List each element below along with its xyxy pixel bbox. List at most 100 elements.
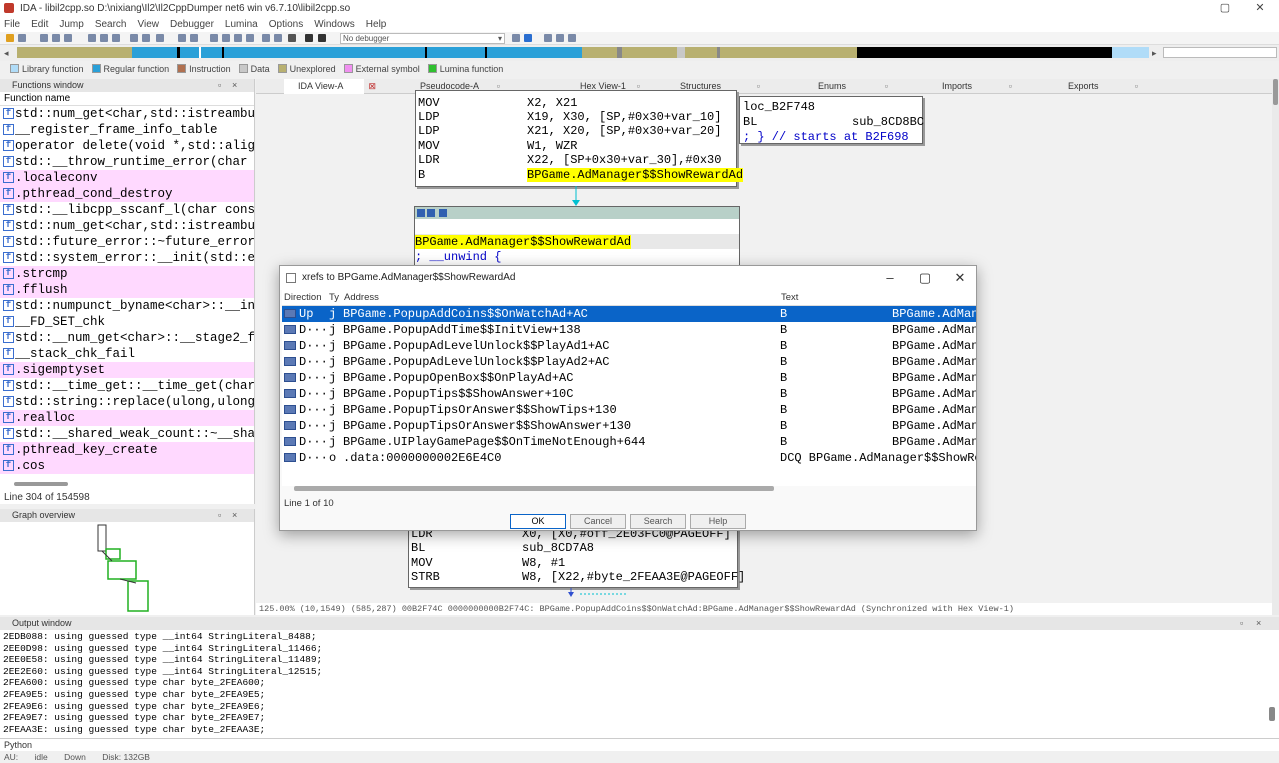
list-item[interactable]: f __register_frame_info_table [0,122,254,138]
calls-icon[interactable] [274,34,282,42]
group-icon[interactable] [439,209,447,217]
horizontal-scrollbar[interactable] [14,482,68,486]
table-row[interactable]: D··· j BPGame.PopupOpenBox$$OnPlayAd+AC … [282,370,976,386]
tab-enums[interactable]: Enums ▫ [804,79,888,94]
list-item[interactable]: f .strcmp [0,266,254,282]
menu-search[interactable]: Search [95,19,127,30]
close-tab-icon[interactable]: ▫ [885,79,888,94]
close-tab-icon[interactable]: ▫ [757,79,760,94]
cancel-button[interactable]: Cancel [570,514,626,529]
windows-icon[interactable] [556,34,564,42]
float-icon[interactable]: ▫ [218,79,221,92]
tab-imports[interactable]: Imports ▫ [928,79,1012,94]
list-item[interactable]: f .pthread_key_create [0,442,254,458]
branch-target[interactable]: BPGame.AdManager$$ShowRewardAd [527,168,744,182]
table-row[interactable]: D··· j BPGame.PopupAddTime$$InitView+138… [282,322,976,338]
table-row[interactable]: D··· j BPGame.PopupTipsOrAnswer$$ShowAns… [282,418,976,434]
restore-button[interactable]: ▢ [1210,0,1240,17]
table-row[interactable]: Up j BPGame.PopupAddCoins$$OnWatchAd+AC … [282,306,976,322]
nav-left-icon[interactable]: ◂ [4,48,9,59]
binary-search-icon[interactable] [88,34,96,42]
attach-icon[interactable] [524,34,532,42]
float-icon[interactable]: ▫ [218,509,221,522]
close-icon[interactable]: × [1256,617,1261,630]
pause-icon[interactable] [318,34,326,42]
instruction[interactable]: MOV [418,96,440,110]
list-item[interactable]: f std::__shared_weak_count::~__sha [0,426,254,442]
data-icon[interactable] [142,34,150,42]
close-tab-icon[interactable]: ▫ [1135,79,1138,94]
forward-icon[interactable] [52,34,60,42]
table-row[interactable]: D··· j BPGame.PopupAdLevelUnlock$$PlayAd… [282,354,976,370]
undefine-icon[interactable] [190,34,198,42]
menu-edit[interactable]: Edit [31,19,48,30]
operands[interactable]: sub_8CD7A8 [522,541,594,555]
table-row[interactable]: D··· j BPGame.PopupTipsOrAnswer$$ShowTip… [282,402,976,418]
list-item[interactable]: f .pthread_cond_destroy [0,186,254,202]
list-item[interactable]: f __FD_SET_chk [0,314,254,330]
function-icon[interactable] [178,34,186,42]
column-direction[interactable]: Direction [284,290,322,306]
code-block[interactable]: loc_B2F748 BL sub_8CD8BC ; } // starts a… [739,96,924,144]
code-block[interactable]: BPGame.AdManager$$ShowRewardAd ; __unwin… [414,206,740,266]
column-text[interactable]: Text [781,290,798,306]
graph-icon[interactable] [417,209,425,217]
color-icon[interactable] [427,209,435,217]
menu-file[interactable]: File [4,19,20,30]
code-block[interactable]: LDR X0, [X0,#off_2E03FC0@PAGEOFF] BL sub… [408,526,745,588]
layout-icon[interactable] [544,34,552,42]
column-type[interactable]: Ty [329,290,339,306]
python-console-input[interactable]: Python [0,738,1279,751]
list-item[interactable]: f std::__libcpp_sscanf_l(char cons [0,202,254,218]
close-tab-icon[interactable]: ▫ [1009,79,1012,94]
ascii-icon[interactable] [156,34,164,42]
function-name-column[interactable]: Function name [0,92,254,106]
settings-icon[interactable] [568,34,576,42]
list-item[interactable]: f std::__num_get<char>::__stage2_f [0,330,254,346]
tab-ida-view-a[interactable]: IDA View-A ⊠ [284,79,376,94]
minimize-icon[interactable]: – [875,266,905,290]
table-row[interactable]: D··· j BPGame.PopupTips$$ShowAnswer+10C … [282,386,976,402]
menu-help[interactable]: Help [366,19,387,30]
function-label[interactable]: BPGame.AdManager$$ShowRewardAd [415,235,632,249]
table-row[interactable]: D··· j BPGame.PopupAdLevelUnlock$$PlayAd… [282,338,976,354]
debug-options-icon[interactable] [512,34,520,42]
close-tab-icon[interactable]: ⊠ [368,79,376,94]
list-item[interactable]: f std::numpunct_byname<char>::__in [0,298,254,314]
location-label[interactable]: loc_B2F748 [743,100,815,114]
close-icon[interactable]: ✕ [945,266,975,290]
immediate-search-icon[interactable] [112,34,120,42]
menu-debugger[interactable]: Debugger [170,19,214,30]
save-icon[interactable] [18,34,26,42]
list-item[interactable]: f std::__throw_runtime_error(char [0,154,254,170]
debugger-select[interactable]: No debugger ▾ [340,33,505,44]
menu-jump[interactable]: Jump [59,19,83,30]
struct-icon[interactable] [210,34,218,42]
history-icon[interactable] [64,34,72,42]
float-icon[interactable]: ▫ [1240,617,1243,630]
search-button[interactable]: Search [630,514,686,529]
close-icon[interactable]: × [232,79,237,92]
navigation-strip[interactable] [17,47,1149,58]
enum-icon[interactable] [222,34,230,42]
python-label[interactable]: Python [4,740,32,750]
menu-windows[interactable]: Windows [314,19,355,30]
proximity-icon[interactable] [246,34,254,42]
list-item[interactable]: f std::__time_get::__time_get(char [0,378,254,394]
menu-options[interactable]: Options [269,19,303,30]
horizontal-scrollbar[interactable] [294,486,774,491]
graph-icon[interactable] [234,34,242,42]
xrefs-icon[interactable] [262,34,270,42]
code-icon[interactable] [130,34,138,42]
nav-address-input[interactable] [1163,47,1277,58]
column-address[interactable]: Address [344,290,379,306]
list-item[interactable]: f std::num_get<char,std::istreambu [0,106,254,122]
help-button[interactable]: Help [690,514,746,529]
list-item[interactable]: f .realloc [0,410,254,426]
stop-icon[interactable] [288,34,296,42]
ok-button[interactable]: OK [510,514,566,529]
list-item[interactable]: f .sigemptyset [0,362,254,378]
list-item[interactable]: f std::future_error::~future_error [0,234,254,250]
close-icon[interactable]: × [232,509,237,522]
list-item[interactable]: f operator delete(void *,std::alig [0,138,254,154]
